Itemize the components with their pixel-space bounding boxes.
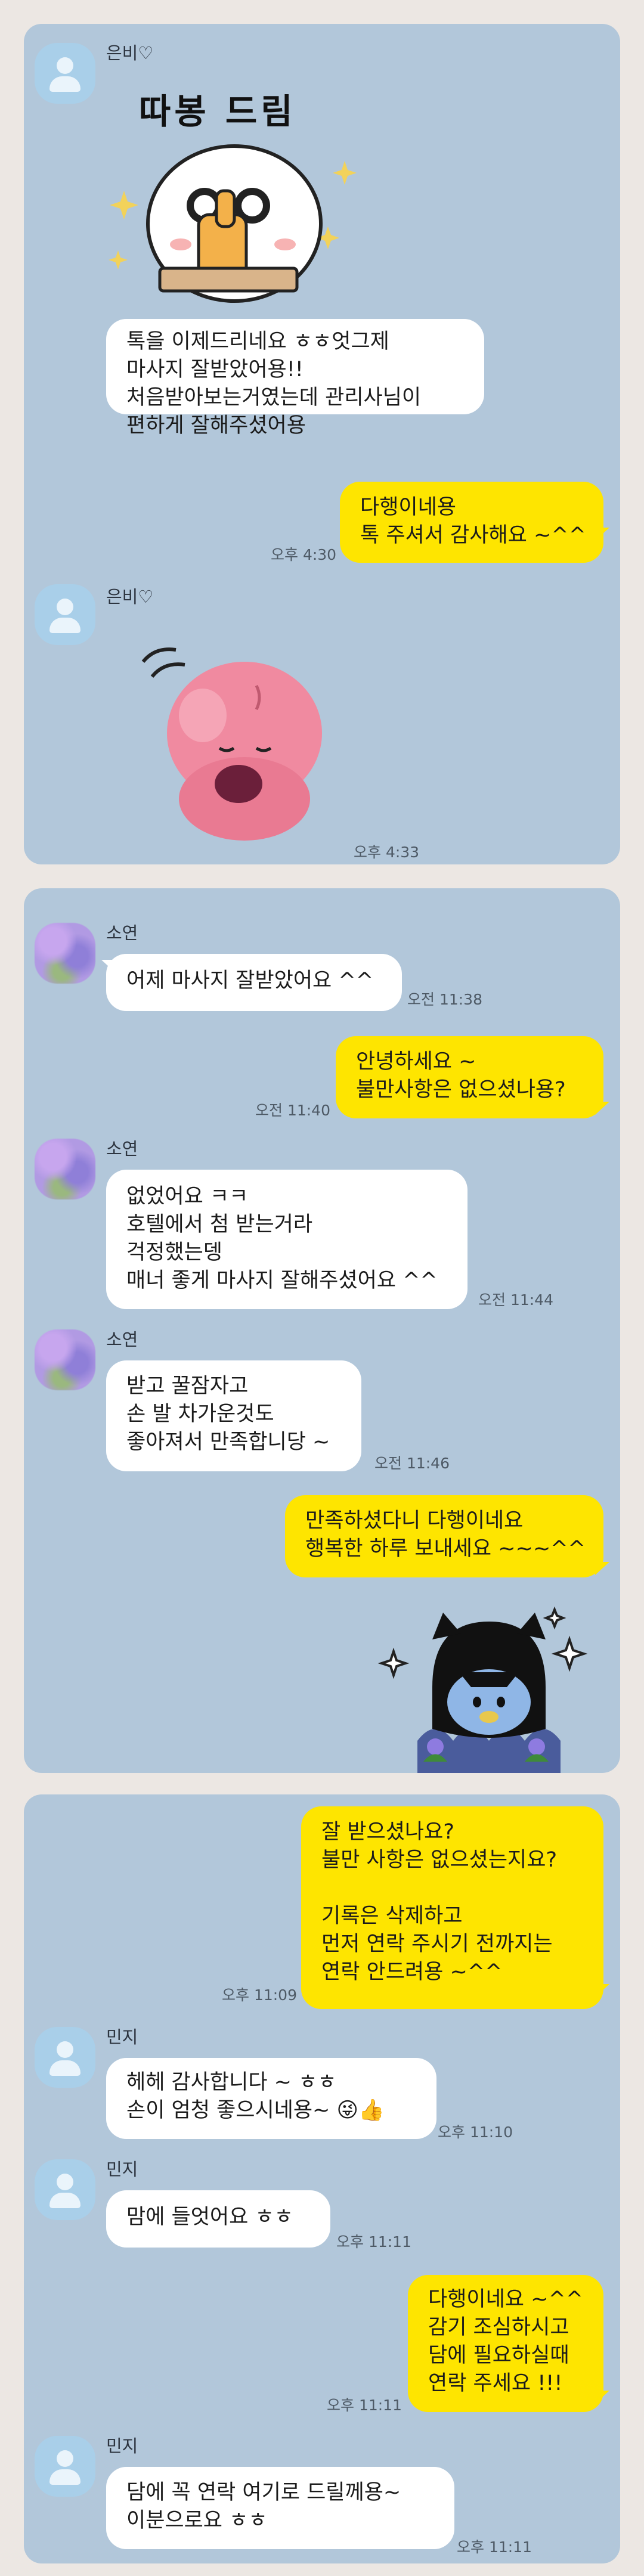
timestamp: 오후 4:33 xyxy=(354,844,420,861)
avatar[interactable] xyxy=(35,43,95,104)
avatar[interactable] xyxy=(35,584,95,645)
avatar[interactable] xyxy=(35,2159,95,2220)
sparkle-icon xyxy=(109,144,357,303)
message-bubble[interactable]: 어제 마사지 잘받았어요 ^^ xyxy=(106,954,402,1011)
bubble-tail xyxy=(101,960,116,973)
sender-name: 민지 xyxy=(106,2159,138,2180)
avatar[interactable] xyxy=(35,2027,95,2088)
message-bubble[interactable]: 톡을 이제드리네요 ㅎㅎ엇그제 마사지 잘받았어용!! 처음받아보는거였는데 관… xyxy=(106,319,484,438)
bear-icon xyxy=(141,647,322,841)
message-bubble[interactable]: 헤헤 감사합니다 ~ ㅎㅎ 손이 엄청 좋으시네용~ 😜👍 xyxy=(106,2058,436,2139)
reply-bubble[interactable]: 다행이네요 ~^^ 감기 조심하시고 담에 필요하실때 연락 주세요 !!! xyxy=(408,2275,603,2412)
message-bubble[interactable]: 받고 꿀잠자고 손 발 차가운것도 좋아져서 만족합니당 ~ xyxy=(106,1360,361,1471)
reply-bubble[interactable]: 안녕하세요 ~ 불만사항은 없으셨나용? xyxy=(336,1036,603,1118)
bubble-tail xyxy=(595,1984,609,1997)
sender-name: 은비♡ xyxy=(106,43,154,63)
chat-panel-3: 잘 받으셨나요? 불만 사항은 없으셨는지요? 기록은 삭제하고 먼저 연락 주… xyxy=(24,1794,620,2563)
timestamp: 오후 11:11 xyxy=(336,2233,411,2250)
chat-panel-2: 소연 어제 마사지 잘받았어요 ^^ 오전 11:38 안녕하세요 ~ 불만사항… xyxy=(24,888,620,1773)
kakao-cat-sticker[interactable] xyxy=(370,1598,596,1773)
reply-bubble[interactable]: 다행이네용 톡 주셔서 감사해요 ~^^ xyxy=(340,482,603,563)
sender-name: 은비♡ xyxy=(106,587,154,607)
timestamp: 오전 11:40 xyxy=(255,1102,330,1119)
pink-bear-sticker[interactable] xyxy=(119,620,346,847)
sender-name: 소연 xyxy=(106,1139,138,1159)
bubble-tail xyxy=(595,2391,609,2404)
sender-name: 소연 xyxy=(106,1329,138,1350)
message-bubble[interactable]: 담에 꼭 연락 여기로 드릴께용~ 이분으로요 ㅎㅎ xyxy=(106,2467,454,2549)
sender-name: 민지 xyxy=(106,2436,138,2456)
bubble-tail xyxy=(595,528,609,541)
reply-bubble[interactable]: 만족하셨다니 다행이네요 행복한 하루 보내세요 ~~~^^ xyxy=(285,1495,603,1577)
message-bubble[interactable]: 맘에 들엇어요 ㅎㅎ xyxy=(106,2190,330,2248)
message-bubble[interactable]: 없었어요 ㅋㅋ 호텔에서 첨 받는거라 걱정했는뎅 매너 좋게 마사지 잘해주셨… xyxy=(106,1170,467,1309)
bubble-tail xyxy=(595,1562,609,1575)
thumbs-up-sticker[interactable]: 따봉 드림 xyxy=(106,72,369,310)
timestamp: 오후 11:11 xyxy=(457,2538,532,2556)
timestamp: 오전 11:46 xyxy=(374,1455,450,1472)
timestamp: 오후 11:11 xyxy=(327,2397,402,2414)
timestamp: 오후 4:30 xyxy=(271,546,337,563)
sender-name: 소연 xyxy=(106,923,138,943)
character-icon xyxy=(377,1606,588,1773)
bubble-tail xyxy=(595,1102,609,1115)
timestamp: 오후 11:09 xyxy=(222,1986,297,2004)
avatar[interactable] xyxy=(35,2436,95,2497)
chat-panel-1: 은비♡ 따봉 드림 톡을 이제드리네요 ㅎㅎ엇그제 마사지 잘받았어용!! 처음… xyxy=(24,24,620,864)
avatar[interactable] xyxy=(35,1139,95,1199)
timestamp: 오전 11:38 xyxy=(407,991,482,1008)
timestamp: 오후 11:10 xyxy=(438,2124,513,2141)
avatar[interactable] xyxy=(35,1329,95,1390)
reply-bubble[interactable]: 잘 받으셨나요? 불만 사항은 없으셨는지요? 기록은 삭제하고 먼저 연락 주… xyxy=(301,1806,603,2009)
avatar[interactable] xyxy=(35,923,95,984)
timestamp: 오전 11:44 xyxy=(478,1291,553,1309)
sender-name: 민지 xyxy=(106,2027,138,2047)
